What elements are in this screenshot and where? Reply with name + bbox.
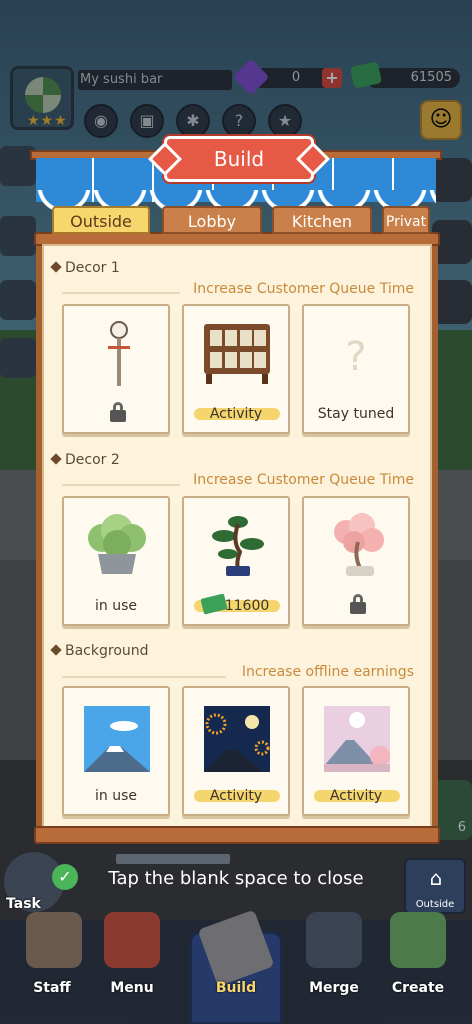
create-sushi-icon[interactable]	[390, 912, 446, 968]
lock-icon	[350, 594, 366, 614]
section-title-decor2: Decor 2	[50, 452, 120, 468]
item-card-fuji[interactable]: in use	[62, 686, 170, 816]
bonsai-icon	[212, 516, 264, 576]
section-divider	[62, 484, 180, 486]
item-card-fuji-sakura[interactable]: Activity	[302, 686, 410, 816]
nav-build-active[interactable]	[190, 909, 282, 1024]
diamond-icon	[50, 261, 62, 273]
card-label: Stay tuned	[317, 406, 395, 422]
tab-lobby[interactable]: Lobby	[162, 206, 262, 234]
nav-staff[interactable]: Staff	[22, 980, 82, 996]
section-title-background: Background	[50, 643, 149, 659]
card-label: Activity	[329, 788, 383, 804]
section-subtitle-decor1: Increase Customer Queue Time	[193, 281, 414, 297]
diamond-icon	[50, 644, 62, 656]
nav-merge[interactable]: Merge	[304, 980, 364, 996]
fireworks-icon	[204, 706, 270, 772]
house-icon: ⌂	[429, 866, 443, 890]
item-card-bonsai[interactable]: 11600	[182, 496, 290, 626]
item-card-lamp[interactable]	[62, 304, 170, 434]
card-label: Activity	[209, 406, 263, 422]
panel-bottom-rod	[34, 826, 440, 844]
nav-menu[interactable]: Menu	[102, 980, 162, 996]
lamp-post-icon	[108, 321, 130, 386]
menu-book-icon[interactable]	[104, 912, 160, 968]
outside-label: Outside	[415, 899, 455, 910]
section-title-decor1: Decor 1	[50, 260, 120, 276]
tab-kitchen[interactable]: Kitchen	[272, 206, 372, 234]
card-label: in use	[95, 598, 137, 614]
card-label: in use	[95, 788, 137, 804]
check-icon: ✓	[52, 864, 78, 890]
build-title-banner: Build	[148, 136, 330, 182]
outside-button[interactable]: ⌂ Outside	[404, 858, 466, 914]
price-label: 11600	[224, 598, 270, 614]
diamond-icon	[50, 453, 62, 465]
mount-fuji-icon	[84, 706, 150, 772]
section-subtitle-background: Increase offline earnings	[241, 664, 414, 680]
category-tabs: Outside Lobby Kitchen Privat	[50, 206, 430, 234]
item-card-coming[interactable]: ? Stay tuned	[302, 304, 410, 434]
item-card-shrub[interactable]: in use	[62, 496, 170, 626]
merge-icon[interactable]	[306, 912, 362, 968]
question-icon: ?	[345, 334, 367, 380]
nav-build[interactable]: Build	[206, 980, 266, 996]
shelf-display-icon	[204, 324, 270, 384]
cherry-tree-icon	[334, 513, 384, 576]
fuji-sakura-icon	[324, 706, 390, 772]
section-divider	[62, 676, 226, 678]
shrub-pot-icon	[88, 514, 146, 574]
card-label: Activity	[209, 788, 263, 804]
panel-title: Build	[213, 147, 265, 171]
staff-icon[interactable]	[26, 912, 82, 968]
lock-icon	[110, 402, 126, 422]
progress-stub	[116, 854, 230, 864]
task-label[interactable]: Task	[6, 896, 41, 912]
item-card-shelf[interactable]: Activity	[182, 304, 290, 434]
item-card-fireworks[interactable]: Activity	[182, 686, 290, 816]
tab-private[interactable]: Privat	[382, 206, 430, 234]
nav-create[interactable]: Create	[388, 980, 448, 996]
item-card-sakura[interactable]	[302, 496, 410, 626]
section-subtitle-decor2: Increase Customer Queue Time	[193, 472, 414, 488]
section-divider	[62, 292, 180, 294]
tab-outside[interactable]: Outside	[52, 206, 150, 234]
